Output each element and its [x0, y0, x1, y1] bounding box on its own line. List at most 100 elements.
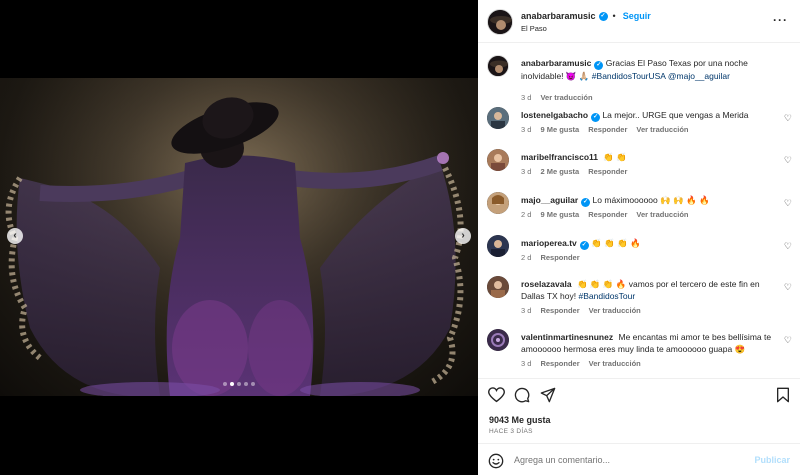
publish-button[interactable]: Publicar [754, 455, 790, 465]
post-location[interactable]: El Paso [521, 24, 547, 33]
reply-button[interactable]: Responder [540, 359, 579, 368]
commenter-avatar[interactable] [487, 276, 509, 298]
comment-likes[interactable]: 9 Me gusta [540, 210, 579, 219]
comment-meta: 3 d Responder Ver traducción [521, 359, 641, 368]
comment-meta: 3 d Responder Ver traducción [521, 306, 641, 315]
see-translation-link[interactable]: Ver traducción [540, 93, 592, 102]
comment-item: maribelfrancisco11 👏 👏 3 d 2 Me gusta Re… [487, 149, 792, 185]
comment-icon[interactable] [514, 387, 530, 405]
author-username[interactable]: anabarbaramusic [521, 11, 596, 21]
like-comment-heart-icon[interactable]: ♡ [784, 241, 792, 252]
commenter-username[interactable]: lostenelgabacho [521, 110, 588, 120]
performer-image [0, 78, 478, 396]
comment-input[interactable] [514, 455, 734, 465]
post-date[interactable]: HACE 3 DÍAS [489, 428, 533, 435]
reply-button[interactable]: Responder [540, 306, 579, 315]
comment-hashtag[interactable]: #BandidosTour [579, 291, 636, 301]
commenter-avatar[interactable] [487, 235, 509, 257]
commenter-username[interactable]: roselazavala [521, 279, 572, 289]
emoji-icon[interactable] [488, 453, 504, 471]
like-comment-heart-icon[interactable]: ♡ [784, 282, 792, 293]
see-translation-link[interactable]: Ver traducción [589, 306, 641, 315]
comment-text: marioperea.tv ✓ 👏 👏 👏 🔥 [521, 237, 773, 250]
heart-icon[interactable] [487, 387, 506, 405]
add-comment-bar: Publicar [478, 443, 800, 475]
previous-photo-button[interactable]: ‹ [7, 228, 23, 244]
caption-time[interactable]: 3 d [521, 93, 531, 102]
comment-time[interactable]: 3 d [521, 125, 531, 134]
comment-text: maribelfrancisco11 👏 👏 [521, 151, 773, 163]
comment-time[interactable]: 2 d [521, 253, 531, 262]
comment-body: 👏 👏 [603, 152, 627, 162]
comment-item: roselazavala 👏 👏 👏 🔥 vamos por el tercer… [487, 276, 792, 324]
caption-mention[interactable]: @majo__aguilar [668, 71, 730, 81]
carousel-dot [251, 382, 255, 386]
like-comment-heart-icon[interactable]: ♡ [784, 335, 792, 346]
commenter-avatar[interactable] [487, 192, 509, 214]
comment-meta: 3 d 9 Me gusta Responder Ver traducción [521, 125, 689, 134]
commenter-avatar[interactable] [487, 329, 509, 351]
verified-badge-icon: ✓ [579, 241, 589, 250]
verified-badge-icon: ✓ [581, 198, 591, 207]
carousel-dot [237, 382, 241, 386]
comment-body: 👏 👏 👏 🔥 [591, 238, 641, 248]
caption-meta: 3 d Ver traducción [521, 93, 593, 102]
caption-username[interactable]: anabarbaramusic [521, 58, 591, 68]
caption-text: anabarbaramusic ✓ Gracias El Paso Texas p… [521, 57, 773, 82]
more-horizontal-icon[interactable]: ··· [773, 13, 788, 27]
comment-item: lostenelgabacho ✓ La mejor.. URGE que ven… [487, 107, 792, 143]
reply-button[interactable]: Responder [588, 125, 627, 134]
commenter-avatar[interactable] [487, 149, 509, 171]
comment-meta: 2 d 9 Me gusta Responder Ver traducción [521, 210, 689, 219]
commenter-username[interactable]: majo__aguilar [521, 195, 578, 205]
comment-likes[interactable]: 2 Me gusta [540, 167, 579, 176]
see-translation-link[interactable]: Ver traducción [636, 210, 688, 219]
follow-button[interactable]: Seguir [623, 11, 651, 21]
carousel-dot [244, 382, 248, 386]
comment-item: majo__aguilar ✓ Lo máximoooooo 🙌 🙌 🔥 🔥 2 … [487, 192, 792, 228]
commenter-username[interactable]: maribelfrancisco11 [521, 152, 598, 162]
post-photo[interactable]: ‹ › [0, 78, 478, 396]
like-comment-heart-icon[interactable]: ♡ [784, 113, 792, 124]
next-photo-button[interactable]: › [455, 228, 471, 244]
comment-text: majo__aguilar ✓ Lo máximoooooo 🙌 🙌 🔥 🔥 [521, 194, 773, 207]
chevron-right-icon: › [461, 230, 465, 241]
reply-button[interactable]: Responder [588, 167, 627, 176]
likes-count[interactable]: 9043 Me gusta [489, 415, 551, 425]
comment-meta: 2 d Responder [521, 253, 580, 262]
author-avatar[interactable] [487, 9, 513, 35]
reply-button[interactable]: Responder [588, 210, 627, 219]
carousel-dot [223, 382, 227, 386]
comment-text: valentinmartinesnunez Me encantas mi amo… [521, 331, 773, 355]
post-actions: 9043 Me gusta HACE 3 DÍAS Publicar [478, 378, 800, 475]
comment-meta: 3 d 2 Me gusta Responder [521, 167, 627, 176]
commenter-avatar[interactable] [487, 107, 509, 129]
comment-time[interactable]: 2 d [521, 210, 531, 219]
commenter-username[interactable]: marioperea.tv [521, 238, 577, 248]
see-translation-link[interactable]: Ver traducción [636, 125, 688, 134]
chevron-left-icon: ‹ [13, 230, 17, 241]
bookmark-icon[interactable] [776, 387, 790, 405]
comment-time[interactable]: 3 d [521, 167, 531, 176]
like-comment-heart-icon[interactable]: ♡ [784, 155, 792, 166]
comment-body: La mejor.. URGE que vengas a Merida [602, 110, 749, 120]
comment-time[interactable]: 3 d [521, 306, 531, 315]
author-avatar[interactable] [487, 55, 509, 77]
media-area: ‹ › [0, 0, 478, 475]
share-icon[interactable] [540, 387, 556, 405]
comment-time[interactable]: 3 d [521, 359, 531, 368]
comment-item: valentinmartinesnunez Me encantas mi amo… [487, 329, 792, 377]
comment-likes[interactable]: 9 Me gusta [540, 125, 579, 134]
caption-hashtag[interactable]: #BandidosTourUSA [592, 71, 666, 81]
comments-list: anabarbaramusic ✓ Gracias El Paso Texas p… [478, 43, 800, 378]
commenter-username[interactable]: valentinmartinesnunez [521, 332, 613, 342]
reply-button[interactable]: Responder [540, 253, 579, 262]
see-translation-link[interactable]: Ver traducción [589, 359, 641, 368]
verified-badge-icon: ✓ [598, 11, 608, 21]
post-side-panel: anabarbaramusic ✓ • Seguir El Paso ··· a… [478, 0, 800, 475]
comment-item: marioperea.tv ✓ 👏 👏 👏 🔥 2 d Responder ♡ [487, 235, 792, 271]
author-line: anabarbaramusic ✓ • Seguir [521, 11, 651, 21]
verified-badge-icon: ✓ [591, 113, 601, 122]
separator-dot: • [612, 11, 616, 21]
like-comment-heart-icon[interactable]: ♡ [784, 198, 792, 209]
